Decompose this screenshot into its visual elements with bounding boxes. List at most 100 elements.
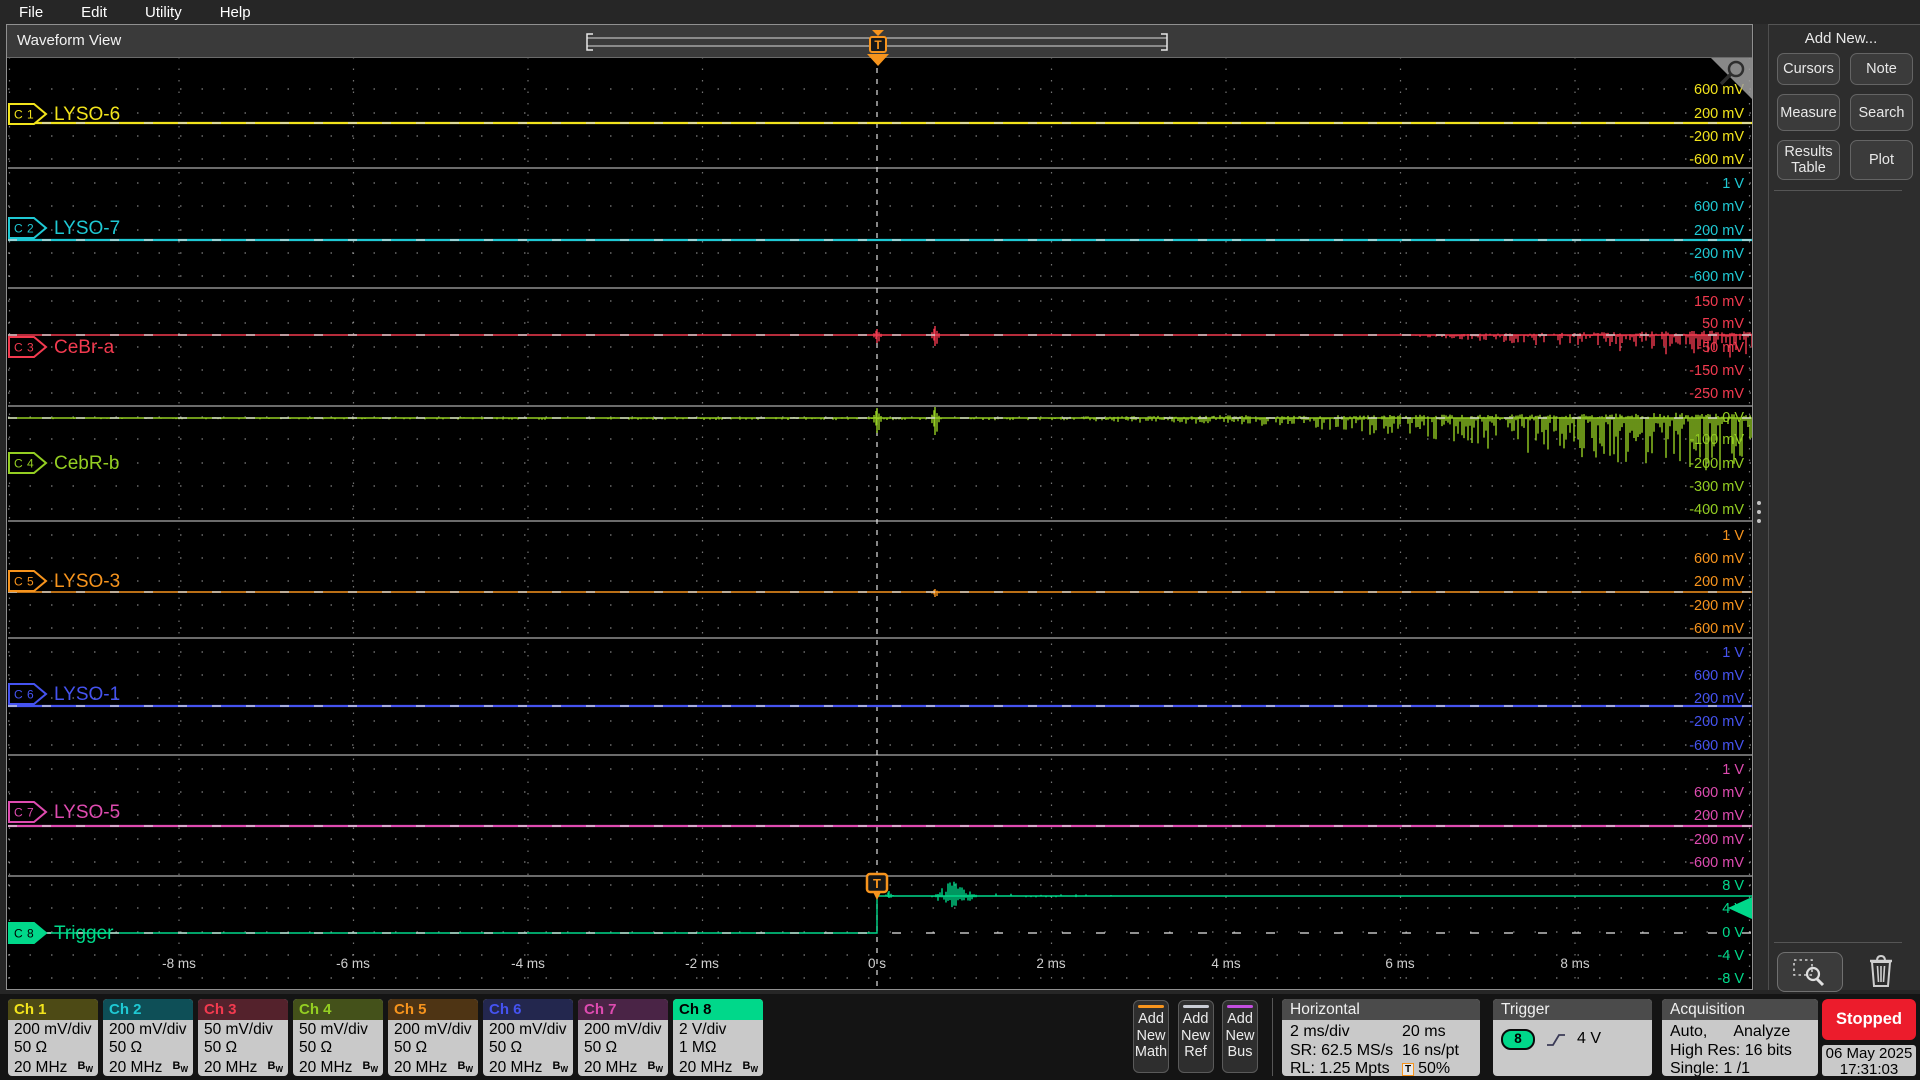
menu-utility[interactable]: Utility xyxy=(126,4,201,21)
channel-bandwidth: 20 MHz xyxy=(584,1059,637,1076)
channel-bandwidth: 20 MHz xyxy=(204,1059,257,1076)
channel-badge-ch5[interactable]: Ch 5200 mV/div50 Ω20 MHzBW xyxy=(388,999,478,1076)
channel-impedance: 50 Ω xyxy=(204,1039,283,1057)
channel-bandwidth: 20 MHz xyxy=(679,1059,732,1076)
bandwidth-limit-icon: BW xyxy=(77,1057,93,1076)
trash-icon[interactable] xyxy=(1864,953,1898,989)
trace-c4 xyxy=(8,407,1752,470)
add-new-math-button[interactable]: AddNewMath xyxy=(1133,1000,1169,1073)
channel-badge-ch3[interactable]: Ch 350 mV/div50 Ω20 MHzBW xyxy=(198,999,288,1076)
svg-text:T: T xyxy=(873,876,881,891)
waveform-view-tab[interactable]: Waveform View xyxy=(17,32,121,49)
channel-badge-ch7[interactable]: Ch 7200 mV/div50 Ω20 MHzBW xyxy=(578,999,668,1076)
axis-label: -50 mV xyxy=(1697,340,1744,356)
add-new-title: Add New... xyxy=(1768,30,1914,47)
horizontal-value: 16 ns/pt xyxy=(1402,1042,1472,1061)
bandwidth-limit-icon: BW xyxy=(742,1057,758,1076)
channel-badge-title: Ch 4 xyxy=(293,999,383,1020)
axis-label: 1 V xyxy=(1722,528,1744,544)
horizontal-panel[interactable]: Horizontal 2 ms/div20 msSR: 62.5 MS/s16 … xyxy=(1282,999,1480,1076)
axis-label: -150 mV xyxy=(1689,363,1744,379)
channel-impedance: 50 Ω xyxy=(489,1039,568,1057)
bandwidth-limit-icon: BW xyxy=(647,1057,663,1076)
channel-name-c6[interactable]: LYSO-1 xyxy=(54,684,120,705)
time-value: 17:31:03 xyxy=(1822,1062,1916,1078)
bottom-bar: Ch 1200 mV/div50 Ω20 MHzBWCh 2200 mV/div… xyxy=(0,994,1920,1080)
channel-scale: 200 mV/div xyxy=(489,1021,568,1039)
channel-name-c2[interactable]: LYSO-7 xyxy=(54,218,120,239)
channel-scale: 50 mV/div xyxy=(204,1021,283,1039)
bandwidth-limit-icon: BW xyxy=(172,1057,188,1076)
acquisition-panel-title: Acquisition xyxy=(1662,999,1818,1020)
horizontal-value: 20 ms xyxy=(1402,1023,1472,1042)
time-axis-label: 8 ms xyxy=(1560,956,1590,971)
channel-badge-ch8[interactable]: Ch 82 V/div1 MΩ20 MHzBW xyxy=(673,999,763,1076)
panel-splitter-handle[interactable] xyxy=(1757,496,1763,528)
axis-label: 600 mV xyxy=(1694,551,1744,567)
menu-help[interactable]: Help xyxy=(201,4,270,21)
bottom-bar-separator xyxy=(1272,998,1273,1076)
rising-edge-icon xyxy=(1545,1032,1567,1048)
channel-name-c1[interactable]: LYSO-6 xyxy=(54,104,120,125)
waveform-view: Waveform View T 600 mV 200 mV -200 mV -600 … xyxy=(6,24,1753,990)
horizontal-value: RL: 1.25 Mpts xyxy=(1290,1060,1402,1076)
horizontal-panel-title: Horizontal xyxy=(1282,999,1480,1020)
axis-label: -200 mV xyxy=(1689,246,1744,262)
axis-label: -600 mV xyxy=(1689,738,1744,754)
channel-impedance: 1 MΩ xyxy=(679,1039,758,1057)
channel-name-c5[interactable]: LYSO-3 xyxy=(54,571,120,592)
axis-label: 200 mV xyxy=(1694,691,1744,707)
channel-scale: 50 mV/div xyxy=(299,1021,378,1039)
acquisition-panel[interactable]: Acquisition Auto,Analyze High Res: 16 bi… xyxy=(1662,999,1818,1076)
add-new-plot-button[interactable]: Plot xyxy=(1850,140,1913,180)
channel-badge-title: Ch 5 xyxy=(388,999,478,1020)
axis-label: 1 V xyxy=(1722,645,1744,661)
axis-label: -200 mV xyxy=(1689,598,1744,614)
add-new-bus-button[interactable]: AddNewBus xyxy=(1222,1000,1258,1073)
channel-badge-title: Ch 6 xyxy=(483,999,573,1020)
menu-edit[interactable]: Edit xyxy=(62,4,126,21)
time-axis-label: 6 ms xyxy=(1385,956,1415,971)
axis-label: -200 mV xyxy=(1689,832,1744,848)
add-new-note-button[interactable]: Note xyxy=(1850,53,1913,85)
add-new-ref-button[interactable]: AddNewRef xyxy=(1178,1000,1214,1073)
add-new-buttons: CursorsNoteMeasureSearchResults TablePlo… xyxy=(1777,53,1905,180)
add-new-results-table-button[interactable]: Results Table xyxy=(1777,140,1840,180)
channel-badge-ch4[interactable]: Ch 450 mV/div50 Ω20 MHzBW xyxy=(293,999,383,1076)
accent-bar xyxy=(1183,1005,1209,1008)
channel-handle-label: C 7 xyxy=(14,806,34,820)
menu-file[interactable]: File xyxy=(0,4,62,21)
axis-label: 200 mV xyxy=(1694,574,1744,590)
trigger-panel[interactable]: Trigger 8 4 V xyxy=(1493,999,1652,1076)
channel-name-c4[interactable]: CebR-b xyxy=(54,453,119,474)
axis-label: 8 V xyxy=(1722,878,1744,894)
date-value: 06 May 2025 xyxy=(1822,1046,1916,1062)
add-new-measure-button[interactable]: Measure xyxy=(1777,94,1840,131)
channel-badge-ch6[interactable]: Ch 6200 mV/div50 Ω20 MHzBW xyxy=(483,999,573,1076)
waveform-plot[interactable]: 600 mV200 mV-200 mV-600 mVC 1LYSO-61 V60… xyxy=(8,57,1752,988)
trigger-source-badge: 8 xyxy=(1501,1029,1535,1050)
axis-label: -600 mV xyxy=(1689,269,1744,285)
axis-label: -100 mV xyxy=(1689,432,1744,448)
channel-bandwidth: 20 MHz xyxy=(109,1059,162,1076)
time-axis-label: 2 ms xyxy=(1036,956,1066,971)
channel-scale: 200 mV/div xyxy=(14,1021,93,1039)
axis-label: 0 V xyxy=(1722,925,1744,941)
channel-bandwidth: 20 MHz xyxy=(14,1059,67,1076)
channel-impedance: 50 Ω xyxy=(14,1039,93,1057)
axis-label: -300 mV xyxy=(1689,479,1744,495)
channel-handle-label: C 8 xyxy=(14,927,34,941)
add-new-cursors-button[interactable]: Cursors xyxy=(1777,53,1840,85)
channel-badge-ch1[interactable]: Ch 1200 mV/div50 Ω20 MHzBW xyxy=(8,999,98,1076)
channel-bandwidth: 20 MHz xyxy=(489,1059,542,1076)
run-stop-status-button[interactable]: Stopped xyxy=(1822,999,1916,1040)
channel-name-c8[interactable]: Trigger xyxy=(54,923,114,944)
channel-badge-ch2[interactable]: Ch 2200 mV/div50 Ω20 MHzBW xyxy=(103,999,193,1076)
zoom-mode-button[interactable] xyxy=(1777,952,1843,992)
add-new-search-button[interactable]: Search xyxy=(1850,94,1913,131)
axis-label: -600 mV xyxy=(1689,621,1744,637)
axis-label: 200 mV xyxy=(1694,808,1744,824)
channel-scale: 2 V/div xyxy=(679,1021,758,1039)
channel-name-c3[interactable]: CeBr-a xyxy=(54,337,115,358)
channel-name-c7[interactable]: LYSO-5 xyxy=(54,802,120,823)
